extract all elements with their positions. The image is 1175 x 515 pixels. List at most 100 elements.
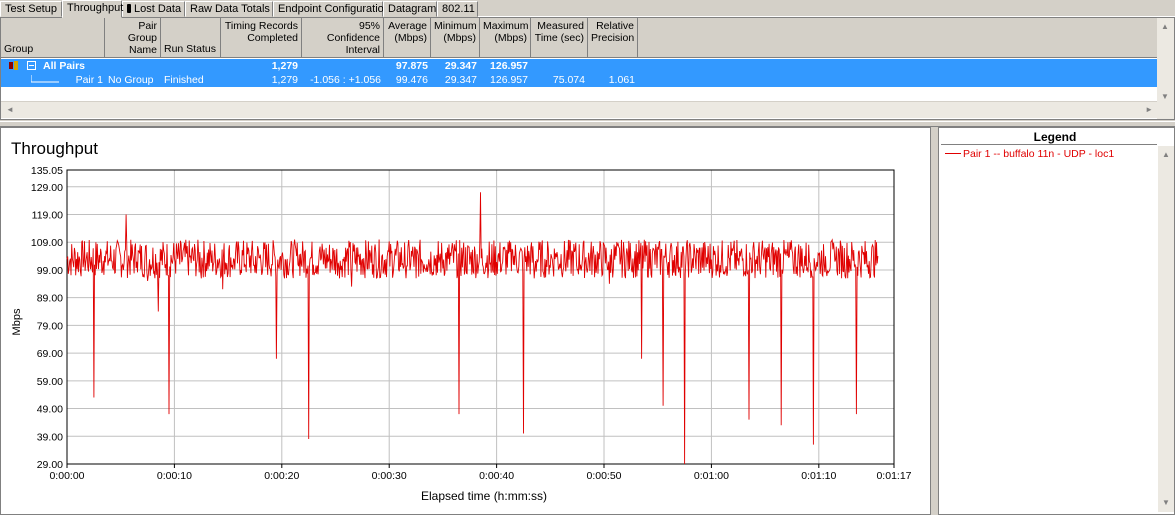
legend-divider	[941, 144, 1157, 145]
header-label: Timing Records	[224, 20, 298, 32]
collapse-icon[interactable]	[27, 61, 36, 70]
tab-label: 802.11	[442, 3, 475, 15]
scroll-down-icon[interactable]: ▼	[1162, 498, 1170, 508]
x-tick-label: 0:01:17	[876, 470, 911, 482]
cell-minimum: 29.347	[444, 74, 477, 86]
tab-label: Endpoint Configuration	[278, 3, 390, 15]
header-label: Run Status	[164, 43, 216, 55]
header-label: Maximum	[483, 20, 529, 32]
cell-average: 97.875	[395, 60, 428, 72]
header-label: Name	[128, 44, 157, 56]
y-tick-label: 135.05	[31, 165, 63, 177]
col-header-group[interactable]: Group	[1, 18, 105, 58]
cell-measured-time: 75.074	[552, 74, 585, 86]
tab-throughput[interactable]: Throughput	[62, 0, 124, 18]
results-table: Group Pair Group Name Run Status Timing R…	[0, 17, 1175, 120]
col-header-minimum[interactable]: Minimum (Mbps)	[431, 18, 480, 58]
col-header-run-status[interactable]: Run Status	[161, 18, 221, 58]
table-row[interactable]: Pair 1 No Group Finished 1,279 -1.056 : …	[1, 73, 1158, 87]
col-header-pair-group-name[interactable]: Pair Group Name	[105, 18, 161, 58]
pairs-group-icon	[9, 61, 18, 70]
header-label: Precision	[591, 32, 635, 44]
tab-lost-data[interactable]: Lost Data	[122, 1, 185, 17]
tree-branch-icon	[31, 75, 59, 83]
header-label: Interval	[345, 44, 380, 56]
col-header-confidence-interval[interactable]: 95% Confidence Interval	[302, 18, 384, 58]
chart-panel: Throughput 135.05 129.00 119.00 109.00 99.00…	[0, 127, 931, 515]
tab-label: Throughput	[67, 2, 124, 14]
header-label: Completed	[247, 32, 298, 44]
scroll-left-icon[interactable]: ◄	[6, 105, 14, 115]
cell-maximum: 126.957	[490, 60, 528, 72]
cell-minimum: 29.347	[444, 60, 477, 72]
y-tick-label: 69.00	[37, 348, 63, 360]
tab-label: Raw Data Totals	[190, 3, 270, 15]
y-tick-label: 129.00	[31, 182, 63, 194]
col-header-timing-records[interactable]: Timing Records Completed	[221, 18, 302, 58]
tab-label: Lost Data	[134, 3, 182, 15]
legend-title: Legend	[1033, 130, 1077, 144]
cell-average: 99.476	[395, 74, 428, 86]
x-tick-label: 0:00:20	[264, 470, 299, 482]
tab-802-11[interactable]: 802.11	[437, 1, 478, 17]
cell-timing: 1,279	[271, 60, 298, 72]
throughput-chart: 135.05 129.00 119.00 109.00 99.00 89.00 79.00 6…	[11, 165, 912, 503]
col-header-relative-precision[interactable]: Relative Precision	[588, 18, 638, 58]
y-tick-label: 49.00	[37, 404, 63, 416]
scroll-right-icon[interactable]: ►	[1145, 105, 1153, 115]
header-label: Pair Group	[127, 20, 157, 44]
header-label: 95% Confidence	[326, 20, 380, 44]
legend-panel: Legend Pair 1 -- buffalo 11n - UDP - loc…	[938, 127, 1175, 515]
header-label: Group	[4, 43, 34, 55]
lost-data-icon	[127, 4, 131, 13]
cell-maximum: 126.957	[490, 74, 528, 86]
x-tick-label: 0:00:40	[479, 470, 514, 482]
y-tick-label: 119.00	[32, 209, 63, 221]
tab-bar: Test Setup Throughput Lost Data Raw Data…	[0, 0, 1175, 18]
tab-test-setup[interactable]: Test Setup	[0, 1, 62, 17]
legend-swatch	[945, 153, 961, 154]
header-label: Minimum	[434, 20, 477, 32]
legend-item[interactable]: Pair 1 -- buffalo 11n - UDP - loc1	[945, 148, 1114, 160]
x-tick-label: 0:00:30	[372, 470, 407, 482]
tab-label: Test Setup	[5, 3, 57, 15]
legend-scrollbar[interactable]: ▲ ▼	[1158, 146, 1174, 512]
header-label: (Mbps)	[494, 32, 527, 44]
scroll-down-icon[interactable]: ▼	[1161, 92, 1169, 102]
table-row[interactable]: All Pairs 1,279 97.875 29.347 126.957	[1, 59, 1158, 73]
table-horizontal-scrollbar[interactable]: ◄ ►	[1, 101, 1158, 118]
header-label: Average	[388, 20, 427, 32]
x-tick-label: 0:01:10	[801, 470, 836, 482]
x-tick-label: 0:01:00	[694, 470, 729, 482]
header-label: (Mbps)	[443, 32, 476, 44]
legend-item-label: Pair 1 -- buffalo 11n - UDP - loc1	[963, 148, 1115, 160]
header-label: Time (sec)	[534, 32, 584, 44]
y-tick-label: 79.00	[37, 320, 63, 332]
scroll-up-icon[interactable]: ▲	[1161, 22, 1169, 32]
col-header-measured-time[interactable]: Measured Time (sec)	[531, 18, 588, 58]
table-vertical-scrollbar[interactable]: ▲ ▼	[1157, 18, 1174, 119]
x-axis-label: Elapsed time (h:mm:ss)	[421, 489, 547, 503]
col-header-maximum[interactable]: Maximum (Mbps)	[480, 18, 531, 58]
header-label: (Mbps)	[394, 32, 427, 44]
y-axis-label: Mbps	[11, 308, 23, 335]
y-tick-label: 59.00	[37, 376, 63, 388]
y-axis-ticks: 135.05 129.00 119.00 109.00 99.00 89.00 79.00 6…	[31, 165, 63, 471]
header-label: Relative	[596, 20, 634, 32]
y-tick-label: 109.00	[31, 237, 63, 249]
header-label: Measured	[537, 20, 584, 32]
scroll-up-icon[interactable]: ▲	[1162, 150, 1170, 160]
cell-group: Pair 1	[75, 74, 103, 86]
col-header-average[interactable]: Average (Mbps)	[384, 18, 431, 58]
y-tick-label: 99.00	[37, 265, 63, 277]
x-tick-label: 0:00:00	[49, 470, 84, 482]
tab-raw-data-totals[interactable]: Raw Data Totals	[185, 1, 273, 17]
tab-datagram[interactable]: Datagram	[383, 1, 437, 17]
cell-timing: 1,279	[271, 74, 298, 86]
tab-label: Datagram	[388, 3, 437, 15]
tab-endpoint-configuration[interactable]: Endpoint Configuration	[273, 1, 390, 17]
cell-confidence-interval: -1.056 : +1.056	[310, 74, 381, 86]
y-tick-label: 89.00	[37, 293, 63, 305]
x-axis-ticks: 0:00:00 0:00:10 0:00:20 0:00:30 0:00:40 0:00:…	[49, 464, 912, 482]
cell-pair-group-name: No Group	[108, 74, 154, 86]
